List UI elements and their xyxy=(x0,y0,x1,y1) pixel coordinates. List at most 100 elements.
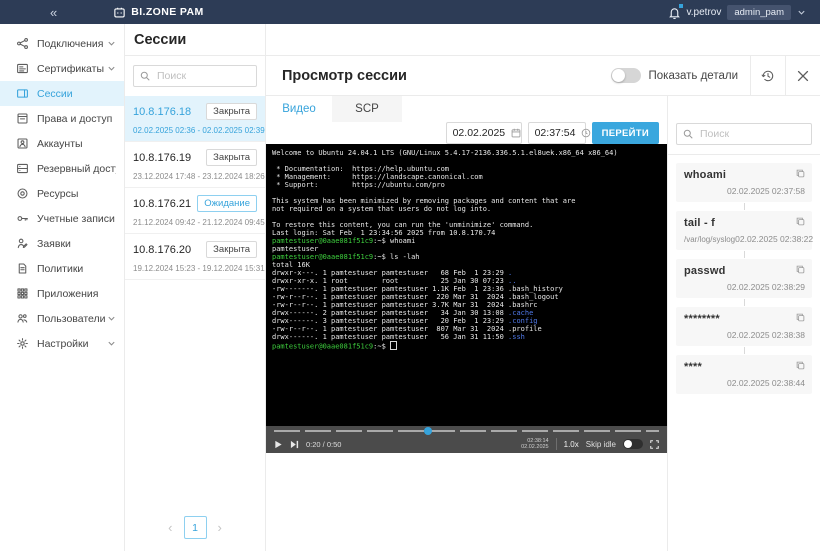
pagination-prev-icon[interactable]: ‹ xyxy=(168,521,172,534)
session-period: 19.12.2024 15:23 - 19.12.2024 15:31 xyxy=(133,264,265,273)
pagination-next-icon[interactable]: › xyxy=(218,521,222,534)
video-column: Видео SCP 02.02.2025 02:37:54 ПЕРЕЙТИ We… xyxy=(266,96,668,551)
time-field[interactable]: 02:37:54 xyxy=(527,122,591,144)
session-list-item[interactable]: 10.8.176.19 Закрыта 23.12.2024 17:48 - 23.… xyxy=(125,142,265,188)
copy-icon[interactable] xyxy=(796,217,805,226)
session-list-item[interactable]: 10.8.176.18 Закрыта 02.02.2025 02:36 - 02.… xyxy=(125,96,265,142)
close-button[interactable] xyxy=(786,56,820,96)
terminal-line: * Support: https://ubuntu.com/pro xyxy=(272,181,445,189)
copy-icon[interactable] xyxy=(796,265,805,274)
sidebar-item-certificates[interactable]: Сертификаты xyxy=(0,56,124,81)
command-item[interactable]: **** 02.02.2025 02:38:44 xyxy=(676,355,812,394)
player-progress-track[interactable] xyxy=(274,427,659,435)
sidebar-item-users[interactable]: Пользователи и гр... xyxy=(0,306,124,331)
sidebar-item-resources[interactable]: Ресурсы xyxy=(0,181,124,206)
command-text: whoami xyxy=(684,169,727,181)
sidebar-item-label: Политики xyxy=(37,262,84,275)
tab-scp[interactable]: SCP xyxy=(332,96,402,122)
command-search-wrap xyxy=(668,123,820,155)
viewer-tabs: Видео SCP xyxy=(266,96,667,122)
sidebar-item-label: Учетные записи xyxy=(37,212,115,225)
session-period: 02.02.2025 02:36 - 02.02.2025 02:39 xyxy=(133,126,265,135)
app-header: « BI.ZONE PAM v.petrov admin_pam xyxy=(0,0,820,24)
sidebar-item-credentials[interactable]: Учетные записи xyxy=(0,206,124,231)
session-status-badge: Закрыта xyxy=(206,149,257,166)
sessions-search[interactable] xyxy=(133,65,257,87)
sidebar-item-connections[interactable]: Подключения xyxy=(0,31,124,56)
sidebar-item-sessions[interactable]: Сессии xyxy=(0,81,124,106)
fullscreen-button[interactable] xyxy=(650,439,659,449)
go-button[interactable]: ПЕРЕЙТИ xyxy=(591,122,659,144)
command-connector xyxy=(743,203,745,210)
session-list-item[interactable]: 10.8.176.21 Ожидание 21.12.2024 09:42 - 21… xyxy=(125,188,265,234)
playhead-timestamp: 02:38:14 02.02.2025 xyxy=(521,438,549,451)
command-item[interactable]: ******** 02.02.2025 02:38:38 xyxy=(676,307,812,346)
command-timestamp: 02.02.2025 02:38:38 xyxy=(727,330,805,340)
tab-video[interactable]: Видео xyxy=(266,96,332,122)
user-role-chip[interactable]: admin_pam xyxy=(727,4,791,20)
copy-icon[interactable] xyxy=(796,169,805,178)
copy-icon[interactable] xyxy=(796,361,805,370)
connections-icon xyxy=(16,37,29,50)
playhead-time: 02:38:14 xyxy=(527,437,549,444)
show-details-label: Показать детали xyxy=(648,69,738,82)
sidebar-item-requests[interactable]: Заявки xyxy=(0,231,124,256)
history-button[interactable] xyxy=(751,56,785,96)
command-connector xyxy=(743,347,745,354)
command-search[interactable] xyxy=(676,123,812,145)
sessions-search-input[interactable] xyxy=(155,69,250,83)
sidebar-item-label: Сертификаты xyxy=(37,62,104,75)
terminal-line: not required on a system that users do n… xyxy=(272,205,492,213)
seek-controls: 02.02.2025 02:37:54 ПЕРЕЙТИ xyxy=(266,122,667,144)
notifications-bell-icon[interactable] xyxy=(668,3,683,19)
sidebar-item-label: Права и доступ xyxy=(37,112,113,125)
terminal-line: pamtestuser@0aae081f51c9:~$ ls -lah xyxy=(272,253,420,261)
history-icon xyxy=(761,70,774,81)
sidebar-item-settings[interactable]: Настройки xyxy=(0,331,124,356)
sidebar-nav: Подключения Сертификаты Сессии Права и дост… xyxy=(0,24,125,551)
skip-idle-toggle[interactable] xyxy=(623,439,643,449)
command-text: ******** xyxy=(684,313,720,325)
player-controls: 0:20 / 0:50 02:38:14 02.02.2025 1.0x Ski… xyxy=(266,435,667,453)
sidebar-item-accounts[interactable]: Аккаунты xyxy=(0,131,124,156)
sidebar-item-backup-access[interactable]: Резервный доступ xyxy=(0,156,124,181)
copy-icon[interactable] xyxy=(796,313,805,322)
sidebar-item-applications[interactable]: Приложения xyxy=(0,281,124,306)
terminal-line: pamtestuser@0aae081f51c9:~$ whoami xyxy=(272,237,416,245)
chevron-down-icon[interactable] xyxy=(797,8,806,17)
sidebar-item-label: Резервный доступ xyxy=(37,162,116,175)
command-item[interactable]: whoami 02.02.2025 02:37:58 xyxy=(676,163,812,202)
playback-speed-button[interactable]: 1.0x xyxy=(564,440,579,449)
viewer-body: Видео SCP 02.02.2025 02:37:54 ПЕРЕЙТИ We… xyxy=(266,96,820,551)
terminal-line: -rw-r--r--. 1 pamtestuser pamtestuser 3.… xyxy=(272,301,538,309)
terminal-line: drwx------. 1 pamtestuser pamtestuser 56… xyxy=(272,333,525,341)
player-progress-dot[interactable] xyxy=(424,427,432,435)
command-search-input[interactable] xyxy=(698,127,805,141)
pagination-page-1[interactable]: 1 xyxy=(183,516,207,539)
backup-access-icon xyxy=(16,162,29,175)
terminal-screen[interactable]: Welcome to Ubuntu 24.04.1 LTS (GNU/Linux… xyxy=(266,144,667,426)
users-icon xyxy=(16,312,29,325)
clock-icon xyxy=(582,128,591,138)
chevron-down-icon xyxy=(107,39,116,48)
search-icon xyxy=(683,129,693,139)
session-list-item[interactable]: 10.8.176.20 Закрыта 19.12.2024 15:23 - 19.… xyxy=(125,234,265,280)
permissions-icon xyxy=(16,112,29,125)
command-text: tail - f xyxy=(684,217,715,229)
command-item[interactable]: passwd 02.02.2025 02:38:29 xyxy=(676,259,812,298)
sidebar-item-permissions[interactable]: Права и доступ xyxy=(0,106,124,131)
play-button[interactable] xyxy=(274,440,283,449)
command-item[interactable]: tail - f/var/log/syslog 02.02.2025 02:38:… xyxy=(676,211,814,250)
date-value: 02.02.2025 xyxy=(452,127,506,139)
sidebar-collapse-icon[interactable]: « xyxy=(50,6,57,19)
date-field[interactable]: 02.02.2025 xyxy=(445,122,522,144)
show-details-toggle[interactable] xyxy=(610,68,641,83)
session-period: 21.12.2024 09:42 - 21.12.2024 09:45 xyxy=(133,218,265,227)
sidebar-item-policies[interactable]: Политики xyxy=(0,256,124,281)
accounts-icon xyxy=(16,137,29,150)
terminal-line: pamtestuser@0aae081f51c9:~$ xyxy=(272,341,661,351)
step-forward-button[interactable] xyxy=(290,440,299,449)
command-list: whoami 02.02.2025 02:37:58 tail - f/var/lo… xyxy=(668,155,820,394)
command-timestamp: 02.02.2025 02:38:22 xyxy=(735,234,814,244)
